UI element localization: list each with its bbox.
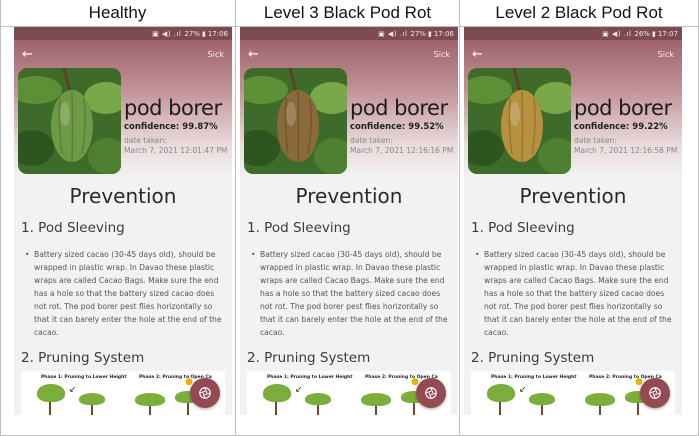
tree-canopy bbox=[361, 393, 391, 406]
pod-sleeving-bullet: • Battery sized cacao (30-45 days old), … bbox=[475, 248, 674, 339]
clock: 17:06 bbox=[433, 29, 454, 38]
status-icons: ▣ ◀) .ıl bbox=[602, 29, 632, 38]
date-taken-value: March 7, 2021 12:16:16 PM bbox=[350, 146, 454, 155]
status-bar: ▣ ◀) .ıl 27% ▮ 17:06 bbox=[14, 27, 232, 40]
column-divider-1 bbox=[235, 0, 236, 436]
back-arrow-icon[interactable]: ← bbox=[472, 48, 483, 61]
arrow-glyph: ↙ bbox=[295, 385, 303, 395]
sick-label: Sick bbox=[657, 50, 674, 59]
camera-fab-button[interactable] bbox=[190, 378, 220, 408]
cacao-pod-photo bbox=[244, 68, 347, 174]
status-icons: ▣ ◀) .ıl bbox=[152, 29, 182, 38]
left-border bbox=[0, 0, 1, 436]
back-arrow-icon[interactable]: ← bbox=[248, 48, 259, 61]
confidence-score: confidence: 99.52% bbox=[350, 122, 444, 132]
result-header: ← Sick pod borer confidence: bbox=[464, 40, 682, 178]
date-taken-value: March 7, 2021 12:01:47 PM bbox=[124, 146, 228, 155]
tree-canopy bbox=[529, 393, 555, 405]
disease-name: pod borer bbox=[124, 96, 222, 120]
date-taken-label: date taken: bbox=[124, 136, 167, 145]
aperture-icon bbox=[425, 387, 437, 399]
section-pod-sleeving-title: 1. Pod Sleeving bbox=[247, 220, 351, 236]
sick-label: Sick bbox=[207, 50, 224, 59]
tree-canopy bbox=[79, 393, 105, 405]
status-bar: ▣ ◀) .ıl 26% ▮ 17:07 bbox=[464, 27, 682, 40]
clock: 17:06 bbox=[207, 29, 228, 38]
phone-screen-1: ▣ ◀) .ıl 27% ▮ 17:06 ← Sick pod borer co… bbox=[14, 27, 232, 415]
date-taken-label: date taken: bbox=[574, 136, 617, 145]
battery-icon: ▮ bbox=[427, 29, 432, 38]
tree-canopy bbox=[585, 393, 615, 406]
section-pruning-title: 2. Pruning System bbox=[247, 350, 371, 366]
pod-sleeving-text: Battery sized cacao (30-45 days old), sh… bbox=[484, 250, 672, 337]
section-pruning-title: 2. Pruning System bbox=[471, 350, 595, 366]
confidence-score: confidence: 99.87% bbox=[124, 122, 218, 132]
comparison-figure: Healthy Level 3 Black Pod Rot Level 2 Bl… bbox=[0, 0, 699, 436]
tree-canopy bbox=[37, 384, 65, 402]
phone-screen-3: ▣ ◀) .ıl 26% ▮ 17:07 ← Sick pod borer co… bbox=[464, 27, 682, 415]
column-header-level-2: Level 2 Black Pod Rot bbox=[495, 3, 663, 22]
phone-screen-2: ▣ ◀) .ıl 27% ▮ 17:06 ← Sick pod borer co… bbox=[240, 27, 458, 415]
cacao-pod-photo bbox=[468, 68, 571, 174]
column-header-level-3: Level 3 Black Pod Rot bbox=[263, 3, 432, 22]
cacao-pod-illustration bbox=[18, 68, 121, 174]
camera-fab-button[interactable] bbox=[640, 378, 670, 408]
cacao-pod-illustration bbox=[468, 68, 571, 174]
column-header-healthy: Healthy bbox=[88, 3, 147, 22]
prevention-heading: Prevention bbox=[295, 184, 403, 208]
battery-icon: ▮ bbox=[201, 29, 206, 38]
tree-canopy bbox=[487, 384, 515, 402]
phase-1-caption: Phase 1: Pruning to Lower Height bbox=[267, 375, 353, 380]
arrow-glyph: ↙ bbox=[69, 385, 77, 395]
arrow-glyph: ↙ bbox=[519, 385, 527, 395]
bullet-dot: • bbox=[251, 250, 256, 259]
tree-canopy bbox=[135, 393, 165, 406]
section-pod-sleeving-title: 1. Pod Sleeving bbox=[471, 220, 575, 236]
sick-label: Sick bbox=[433, 50, 450, 59]
battery-level: 26% bbox=[634, 29, 650, 38]
status-icons: ▣ ◀) .ıl bbox=[378, 29, 408, 38]
disease-name: pod borer bbox=[350, 96, 448, 120]
pod-sleeving-bullet: • Battery sized cacao (30-45 days old), … bbox=[251, 248, 450, 339]
phase-1-caption: Phase 1: Pruning to Lower Height bbox=[41, 375, 127, 380]
confidence-score: confidence: 99.22% bbox=[574, 122, 668, 132]
prevention-heading: Prevention bbox=[519, 184, 627, 208]
back-arrow-icon[interactable]: ← bbox=[22, 48, 33, 61]
result-header: ← Sick pod borer confidence: bbox=[240, 40, 458, 178]
bullet-dot: • bbox=[475, 250, 480, 259]
date-taken-label: date taken: bbox=[350, 136, 393, 145]
clock: 17:07 bbox=[657, 29, 678, 38]
column-divider-2 bbox=[459, 0, 460, 436]
cacao-pod-illustration bbox=[244, 68, 347, 174]
status-bar: ▣ ◀) .ıl 27% ▮ 17:06 bbox=[240, 27, 458, 40]
disease-name: pod borer bbox=[574, 96, 672, 120]
phase-1-caption: Phase 1: Pruning to Lower Height bbox=[491, 375, 577, 380]
result-header: ← Sick pod borer confidence: bbox=[14, 40, 232, 178]
tree-canopy bbox=[305, 393, 331, 405]
tree-canopy bbox=[263, 384, 291, 402]
aperture-icon bbox=[199, 387, 211, 399]
prevention-heading: Prevention bbox=[69, 184, 177, 208]
cacao-pod-photo bbox=[18, 68, 121, 174]
camera-fab-button[interactable] bbox=[416, 378, 446, 408]
battery-level: 27% bbox=[410, 29, 426, 38]
section-pod-sleeving-title: 1. Pod Sleeving bbox=[21, 220, 125, 236]
battery-level: 27% bbox=[184, 29, 200, 38]
aperture-icon bbox=[649, 387, 661, 399]
section-pruning-title: 2. Pruning System bbox=[21, 350, 145, 366]
bullet-dot: • bbox=[25, 250, 30, 259]
date-taken-value: March 7, 2021 12:16:58 PM bbox=[574, 146, 678, 155]
battery-icon: ▮ bbox=[651, 29, 656, 38]
pod-sleeving-text: Battery sized cacao (30-45 days old), sh… bbox=[34, 250, 222, 337]
pod-sleeving-bullet: • Battery sized cacao (30-45 days old), … bbox=[25, 248, 224, 339]
pod-sleeving-text: Battery sized cacao (30-45 days old), sh… bbox=[260, 250, 448, 337]
